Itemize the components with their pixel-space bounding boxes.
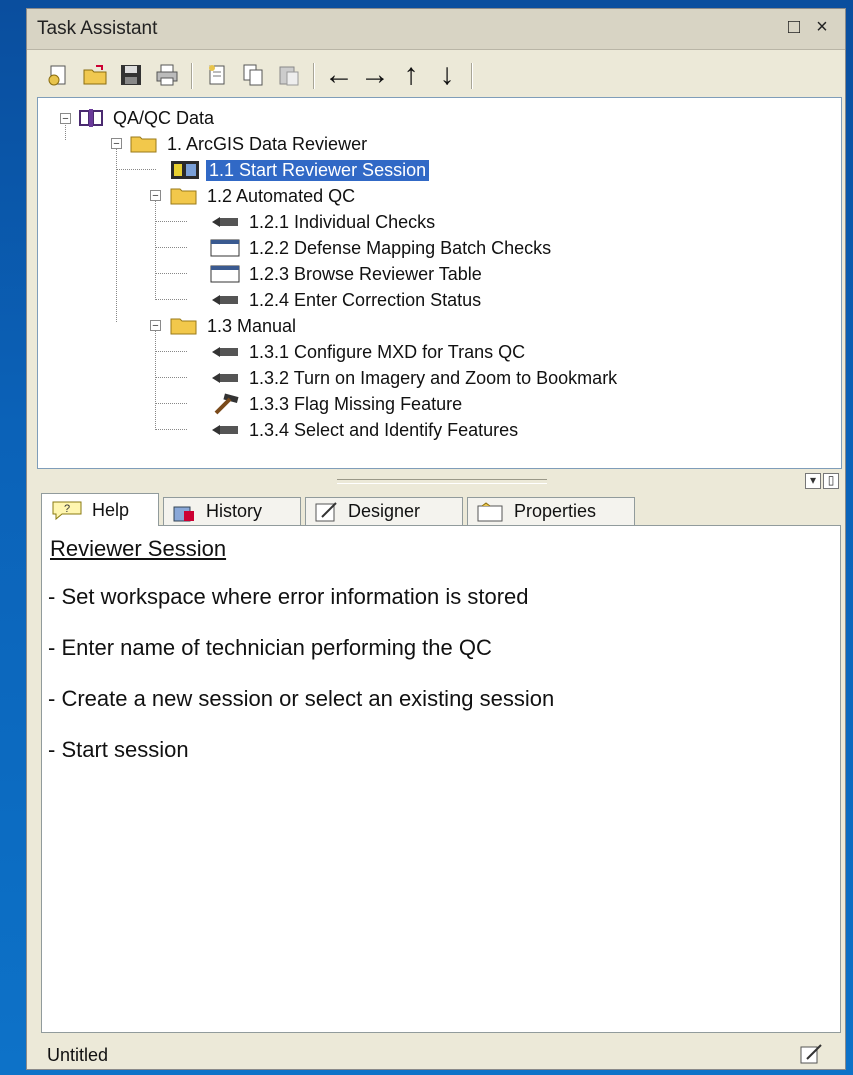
pane-buttons: ▾ ▯ (803, 473, 839, 489)
help-line: - Create a new session or select an exis… (48, 686, 555, 711)
tree-line (116, 146, 117, 322)
collapse-toggle-automated[interactable]: − (150, 190, 161, 202)
help-line: - Set workspace where error information … (48, 584, 529, 609)
pin-icon[interactable]: ▾ (805, 473, 821, 489)
help-title-link[interactable]: Reviewer Session (50, 536, 226, 562)
tree-line (155, 221, 187, 222)
toolbar-separator (313, 63, 315, 89)
open-folder-icon (130, 136, 157, 153)
status-text: Untitled (47, 1045, 109, 1065)
move-left-icon[interactable]: ← (324, 60, 354, 90)
paste-icon[interactable] (275, 61, 303, 89)
command-icon (212, 425, 238, 435)
tab-history[interactable]: History (163, 497, 301, 525)
collapse-toggle-manual[interactable]: − (150, 320, 161, 332)
open-folder-icon (170, 188, 197, 205)
hammer-icon (214, 393, 239, 415)
move-down-icon[interactable]: ↓ (433, 60, 461, 90)
move-right-icon[interactable]: → (360, 60, 390, 90)
save-icon[interactable] (117, 61, 145, 89)
toolbar-separator (191, 63, 193, 89)
reviewer-session-icon (171, 161, 199, 179)
tree-line (155, 328, 156, 430)
tree-node-manual[interactable]: 1.3 Manual (170, 314, 299, 338)
float-icon[interactable]: ▯ (823, 473, 839, 489)
title-bar[interactable]: Task Assistant □ × (27, 9, 845, 50)
command-icon (212, 373, 238, 383)
tree-line (155, 403, 187, 404)
collapse-toggle-root[interactable]: − (60, 113, 71, 125)
toolbar: ← → ↑ ↓ (33, 57, 839, 97)
window-icon (210, 265, 240, 283)
tree-line (155, 198, 156, 300)
tab-properties[interactable]: Properties (467, 497, 635, 525)
task-assistant-window: Task Assistant □ × ← → ↑ ↓ − − − − QA/QC… (26, 8, 846, 1070)
workflow-book-icon (79, 109, 103, 127)
tree-node-start-reviewer-session[interactable]: 1.1 Start Reviewer Session (170, 158, 430, 182)
tree-line (155, 247, 187, 248)
command-icon (212, 347, 238, 357)
tree-node-flag-missing-feature[interactable]: 1.3.3 Flag Missing Feature (210, 392, 465, 416)
tree-line (155, 429, 187, 430)
copy-icon[interactable] (239, 61, 267, 89)
help-line: - Enter name of technician performing th… (48, 635, 492, 660)
window-title: Task Assistant (37, 18, 158, 39)
edit-icon[interactable] (799, 1043, 823, 1070)
svg-text:?: ? (64, 503, 70, 515)
designer-icon (315, 501, 337, 521)
close-button[interactable]: × (811, 16, 833, 38)
properties-icon (477, 501, 503, 521)
restore-button[interactable]: □ (783, 16, 805, 38)
command-icon (212, 295, 238, 305)
tree-node-turn-on-imagery[interactable]: 1.3.2 Turn on Imagery and Zoom to Bookma… (210, 366, 620, 390)
tree-line (155, 273, 187, 274)
toolbar-separator (471, 63, 473, 89)
tree-line (155, 299, 187, 300)
help-icon: ? (52, 501, 82, 521)
tree-node-configure-mxd[interactable]: 1.3.1 Configure MXD for Trans QC (210, 340, 528, 364)
tree-node-defense-mapping-batch-checks[interactable]: 1.2.2 Defense Mapping Batch Checks (210, 236, 554, 260)
help-line: - Start session (48, 737, 189, 762)
history-icon (173, 506, 194, 521)
pane-splitter[interactable] (337, 479, 547, 484)
open-folder-icon[interactable] (81, 61, 109, 89)
workflow-tree[interactable]: − − − − QA/QC Data 1. ArcGIS Data Review… (37, 97, 842, 469)
tree-line (155, 351, 187, 352)
command-icon (212, 217, 238, 227)
help-content[interactable]: Reviewer Session - Set workspace where e… (41, 525, 841, 1033)
tree-node-browse-reviewer-table[interactable]: 1.2.3 Browse Reviewer Table (210, 262, 485, 286)
open-folder-icon (170, 318, 197, 335)
tree-node-select-identify-features[interactable]: 1.3.4 Select and Identify Features (210, 418, 521, 442)
window-icon (210, 239, 240, 257)
status-bar: Untitled (27, 1039, 845, 1071)
tree-node-automated-qc[interactable]: 1.2 Automated QC (170, 184, 358, 208)
tree-node-root[interactable]: QA/QC Data (78, 106, 217, 130)
print-icon[interactable] (153, 61, 181, 89)
tree-line (116, 169, 156, 170)
tab-help[interactable]: ? Help (41, 493, 159, 526)
collapse-toggle-group1[interactable]: − (111, 138, 122, 150)
new-workflow-icon[interactable] (45, 61, 73, 89)
tree-node-individual-checks[interactable]: 1.2.1 Individual Checks (210, 210, 438, 234)
move-up-icon[interactable]: ↑ (397, 60, 425, 90)
new-step-icon[interactable] (203, 61, 231, 89)
tree-line (155, 377, 187, 378)
tab-designer[interactable]: Designer (305, 497, 463, 525)
tree-node-enter-correction-status[interactable]: 1.2.4 Enter Correction Status (210, 288, 484, 312)
tree-node-arcgis-data-reviewer[interactable]: 1. ArcGIS Data Reviewer (130, 132, 370, 156)
